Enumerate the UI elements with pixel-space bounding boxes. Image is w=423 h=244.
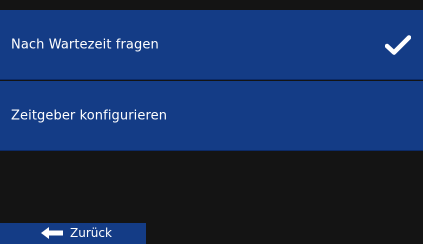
checkmark-icon (385, 34, 411, 55)
menu-item-label: Nach Wartezeit fragen (11, 37, 159, 52)
menu-item-label: Zeitgeber konfigurieren (11, 108, 168, 123)
menu-item-configure-timer[interactable]: Zeitgeber konfigurieren (0, 81, 423, 151)
settings-screen: Nach Wartezeit fragen Zeitgeber konfigur… (0, 0, 423, 244)
back-button-label: Zurück (70, 226, 112, 240)
menu-item-ask-wait-time[interactable]: Nach Wartezeit fragen (0, 10, 423, 80)
arrow-left-icon (41, 227, 63, 239)
back-button[interactable]: Zurück (0, 223, 146, 244)
